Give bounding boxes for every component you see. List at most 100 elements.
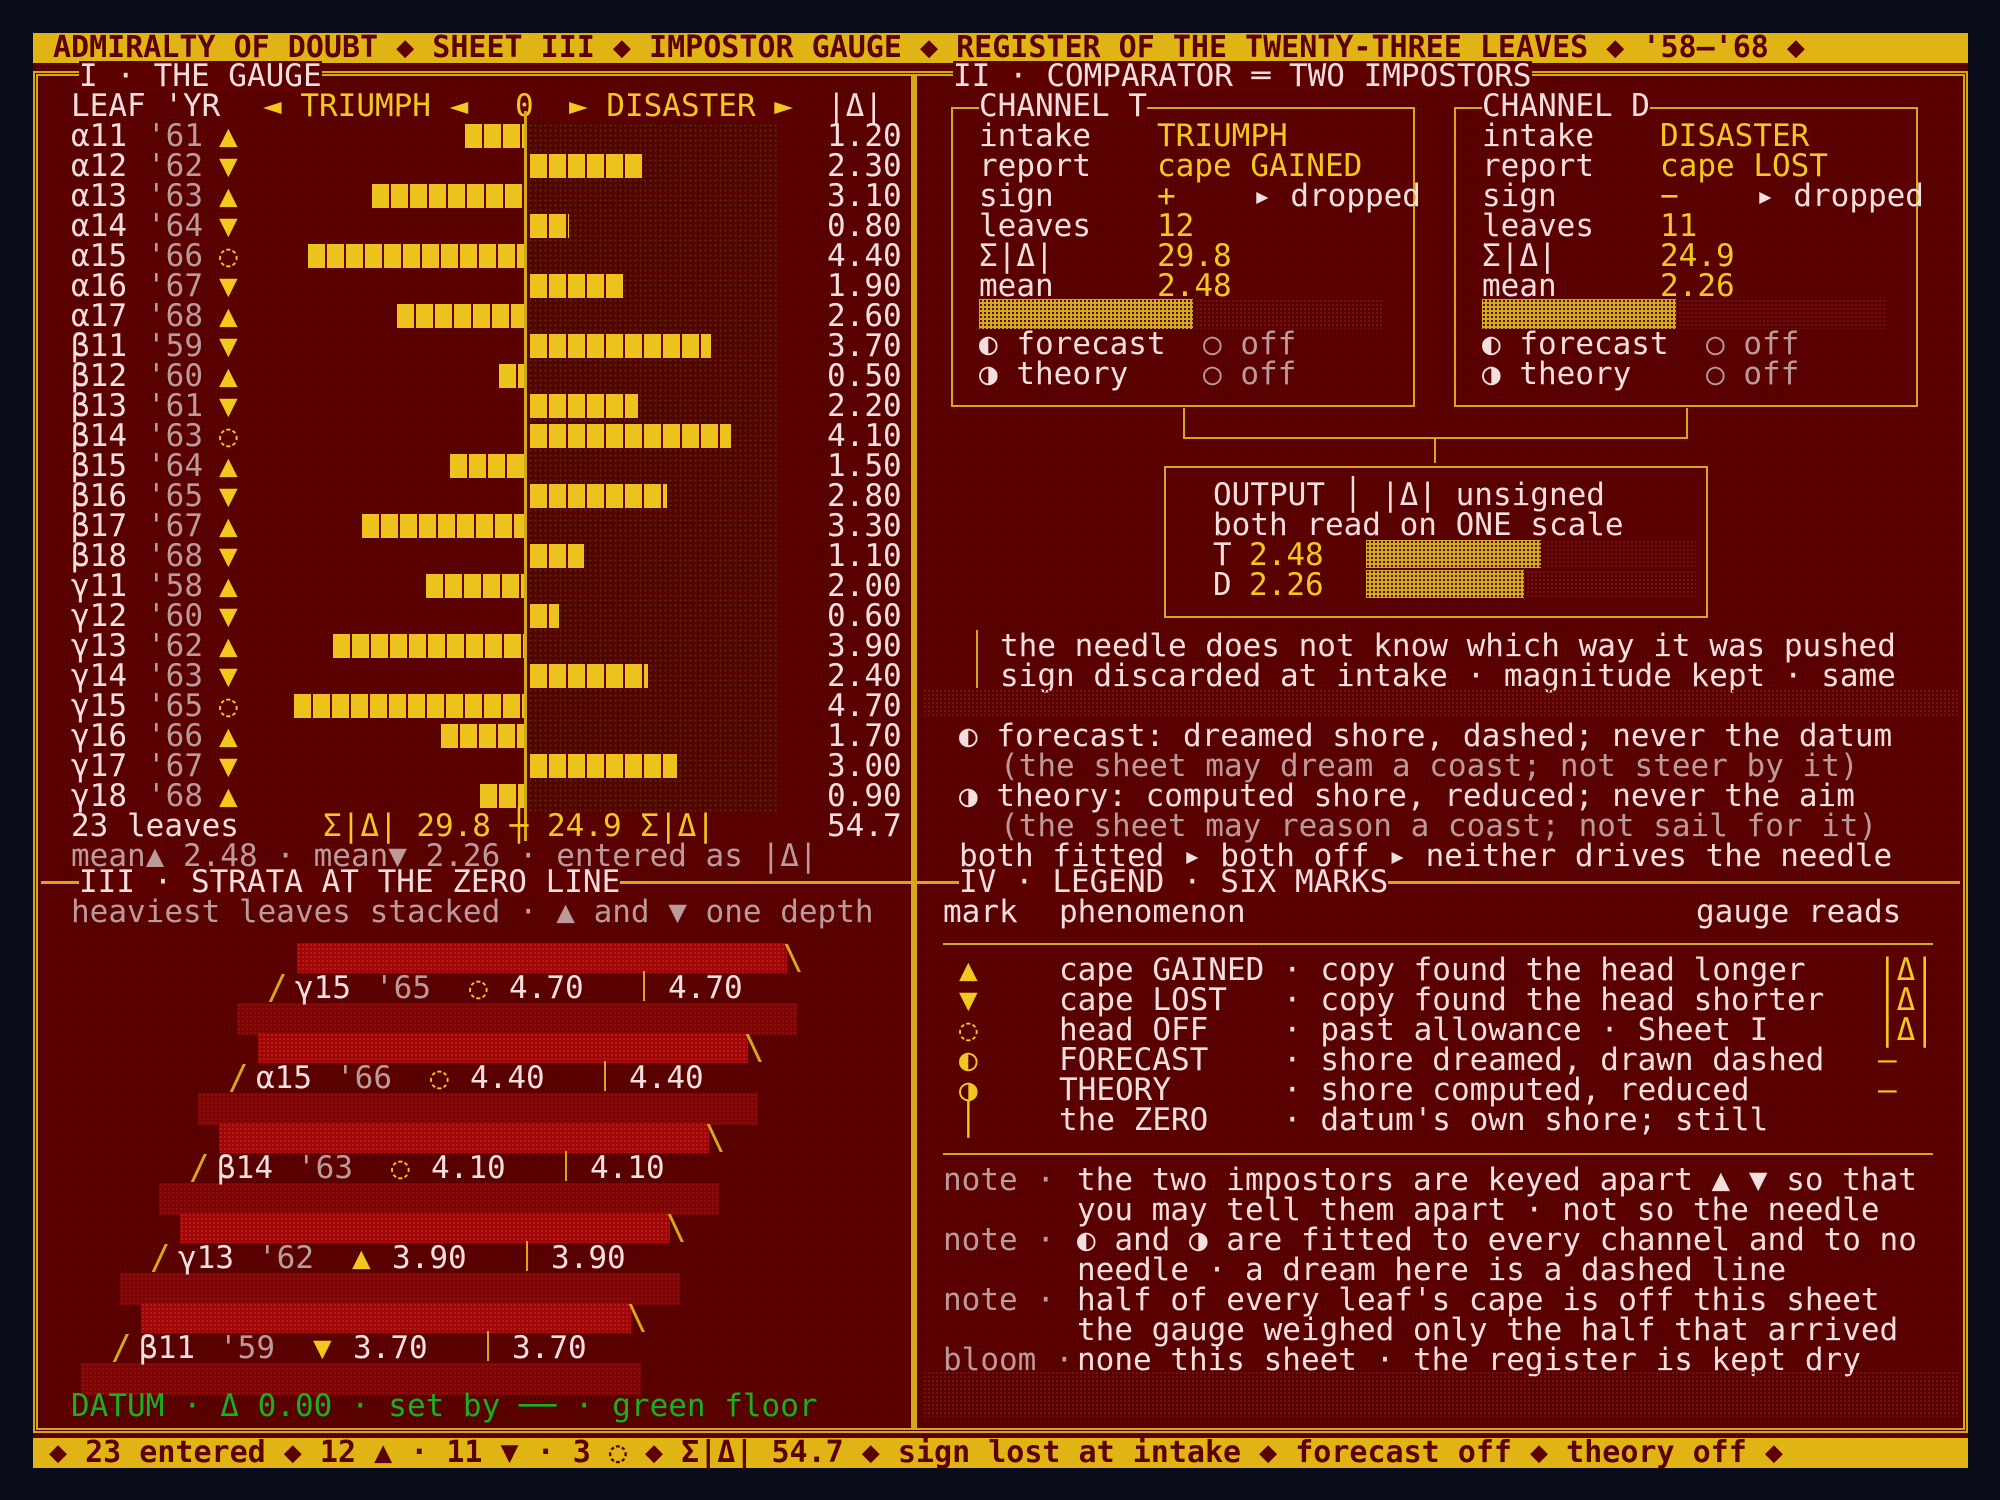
row-mark: ▲ [219, 178, 238, 214]
stratum-band [297, 943, 787, 973]
col-mag-header: |Δ| [827, 88, 883, 124]
row-mark: ▼ [219, 268, 238, 304]
strata-subtitle: heaviest leaves stacked · ▲ and ▼ one de… [71, 894, 874, 930]
legend-desc: · copy found the head longer [1283, 952, 1806, 988]
strata-title: III · STRATA AT THE ZERO LINE [79, 864, 621, 900]
row-mag: 3.30 [827, 508, 902, 544]
legend-mark: ◐ [959, 1042, 978, 1078]
stratum-edge-right: \ [744, 1028, 765, 1068]
channel-intake: DISASTER [1660, 118, 1810, 154]
legend-col-mark: mark [943, 894, 1018, 930]
row-leaf: α11 [71, 118, 127, 154]
row-bar [372, 184, 524, 208]
channel-mean: 2.48 [1157, 268, 1232, 304]
col-disaster-header: ► DISASTER ► [569, 88, 793, 124]
legend-mark: │ [959, 1102, 978, 1138]
row-mark: ▲ [219, 508, 238, 544]
col-leaf-header: LEAF 'YR [71, 88, 221, 124]
legend-name: FORECAST [1059, 1042, 1209, 1078]
row-bar [530, 484, 667, 508]
row-mark: ◌ [219, 418, 238, 454]
note-line-a: ◐ and ◑ are fitted to every channel and … [1077, 1222, 1917, 1258]
row-leaf: β13 [71, 388, 127, 424]
channel-label-leaves: leaves [979, 208, 1091, 244]
stratum-edge-right: \ [666, 1208, 687, 1248]
row-mag: 2.80 [827, 478, 902, 514]
row-mark: ▲ [219, 298, 238, 334]
channel-mean: 2.26 [1660, 268, 1735, 304]
row-year: '60 [147, 358, 203, 394]
legend-reads: — [1878, 1042, 1897, 1078]
row-bar [499, 364, 524, 388]
legend-desc: · shore dreamed, drawn dashed [1283, 1042, 1825, 1078]
row-leaf: β16 [71, 478, 127, 514]
row-year: '65 [147, 688, 203, 724]
stratum-divider [643, 971, 645, 1001]
row-bar [530, 154, 643, 178]
row-year: '65 [147, 478, 203, 514]
row-mark: ▼ [219, 658, 238, 694]
stratum-stripe [120, 1273, 680, 1305]
legend-mark: ◑ [959, 1072, 978, 1108]
row-bar [426, 574, 524, 598]
stratum-mark: ◌ [469, 970, 488, 1006]
row-leaf: β12 [71, 358, 127, 394]
row-mark: ▲ [219, 778, 238, 814]
channel-label-report: report [979, 148, 1091, 184]
gauge-total-leaves: 23 leaves [71, 808, 239, 844]
legend-name: the ZERO [1059, 1102, 1209, 1138]
stratum-band [219, 1123, 709, 1153]
row-mark: ▼ [219, 538, 238, 574]
row-mag: 0.90 [827, 778, 902, 814]
datum-line: DATUM · Δ 0.00 · set by ── · green floor [71, 1388, 818, 1424]
channel-label-mean: mean [979, 268, 1054, 304]
stratum-band [258, 1033, 748, 1063]
needle-line1: the needle does not know which way it wa… [1000, 628, 1896, 664]
note-line-b: the gauge weighed only the half that arr… [1077, 1312, 1899, 1348]
row-leaf: γ14 [71, 658, 127, 694]
stratum-divider [565, 1151, 567, 1181]
legend-reads: |Δ| [1878, 952, 1934, 988]
row-mark: ▲ [219, 118, 238, 154]
row-mag: 0.80 [827, 208, 902, 244]
row-leaf: β14 [71, 418, 127, 454]
row-mag: 2.20 [827, 388, 902, 424]
channel-forecast: ◐ forecast [1482, 326, 1669, 362]
stratum-edge-left: / [267, 968, 288, 1008]
stratum-edge-left: / [228, 1058, 249, 1098]
stratum-stripe [198, 1093, 758, 1125]
stratum-value: 4.10 [431, 1150, 506, 1186]
row-mark: ◌ [219, 688, 238, 724]
row-leaf: γ11 [71, 568, 127, 604]
row-bar [530, 334, 711, 358]
row-leaf: β11 [71, 328, 127, 364]
row-bar [294, 694, 524, 718]
stratum-stripe [237, 1003, 797, 1035]
channel-leaves: 12 [1157, 208, 1195, 244]
needle-quote-bar [976, 630, 978, 688]
channel-label-intake: intake [1482, 118, 1594, 154]
row-mag: 1.20 [827, 118, 902, 154]
stratum-leaf: β11 [139, 1330, 195, 1366]
row-mark: ▼ [219, 478, 238, 514]
stratum-leaf: γ13 [178, 1240, 234, 1276]
row-year: '62 [147, 628, 203, 664]
row-leaf: γ17 [71, 748, 127, 784]
row-mag: 4.70 [827, 688, 902, 724]
row-leaf: β15 [71, 448, 127, 484]
row-mag: 0.50 [827, 358, 902, 394]
stratum-value: 4.70 [509, 970, 584, 1006]
row-year: '67 [147, 268, 203, 304]
channel-sum: 29.8 [1157, 238, 1232, 274]
output-line2: both read on ONE scale [1213, 507, 1624, 543]
row-mark: ▼ [219, 208, 238, 244]
row-leaf: γ15 [71, 688, 127, 724]
stratum-mag: 3.70 [512, 1330, 587, 1366]
stratum-edge-left: / [150, 1238, 171, 1278]
stratum-value: 4.40 [470, 1060, 545, 1096]
row-year: '67 [147, 508, 203, 544]
legend-name: cape GAINED [1059, 952, 1265, 988]
stratum-divider [487, 1331, 489, 1361]
legend-desc: · shore computed, reduced [1283, 1072, 1750, 1108]
row-mag: 2.00 [827, 568, 902, 604]
